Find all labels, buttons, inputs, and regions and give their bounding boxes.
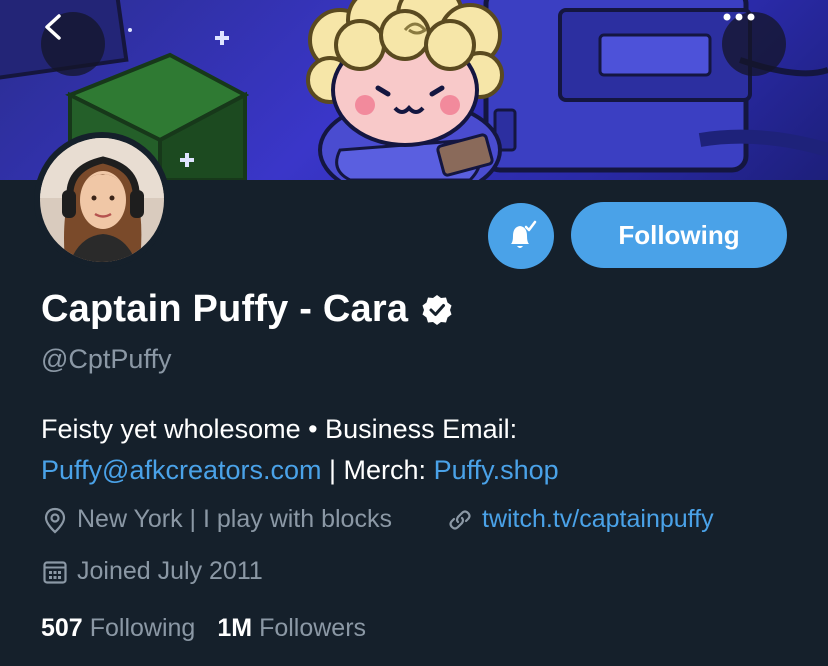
location-text: New York | I play with blocks [77, 505, 392, 533]
calendar-icon [43, 560, 67, 584]
following-label: Following [89, 614, 196, 642]
back-arrow-icon [45, 14, 61, 40]
joined-row: Joined July 2011 [41, 557, 263, 586]
merch-separator: | Merch: [321, 455, 434, 485]
verified-badge-icon [422, 294, 452, 325]
notifications-toggle-button[interactable] [488, 203, 554, 269]
website-row[interactable]: twitch.tv/captainpuffy [446, 505, 714, 534]
user-handle: @CptPuffy [41, 344, 172, 374]
bio-line-1: Feisty yet wholesome • Business Email: [41, 414, 518, 444]
more-options-button[interactable] [722, 12, 786, 76]
business-email-link[interactable]: Puffy@afkcreators.com [41, 455, 322, 485]
merch-link[interactable]: Puffy.shop [434, 455, 559, 485]
followers-label: Followers [259, 614, 367, 642]
avatar-photo [40, 138, 164, 262]
followers-count: 1M [217, 614, 253, 642]
bio-line-2: Puffy@afkcreators.com | Merch: Puffy.sho… [41, 450, 801, 491]
profile-avatar[interactable] [34, 132, 170, 268]
website-link[interactable]: twitch.tv/captainpuffy [482, 505, 714, 534]
link-icon [449, 509, 471, 530]
profile-bio: Feisty yet wholesome • Business Email: P… [41, 409, 801, 491]
follow-stats: 507 Following 1M Followers [41, 614, 388, 643]
location-pin-icon [44, 507, 66, 533]
location-row: New York | I play with blocks [41, 505, 392, 534]
following-button[interactable]: Following [571, 202, 787, 268]
display-name-row: Captain Puffy - Cara [41, 288, 454, 331]
display-name: Captain Puffy - Cara [41, 288, 409, 330]
more-dots-icon [723, 13, 755, 21]
following-count: 507 [41, 614, 83, 642]
followers-stat[interactable]: 1M Followers [217, 614, 366, 643]
back-button[interactable] [41, 12, 105, 76]
joined-text: Joined July 2011 [77, 557, 263, 585]
bell-check-icon [511, 220, 537, 248]
following-stat[interactable]: 507 Following [41, 614, 195, 643]
